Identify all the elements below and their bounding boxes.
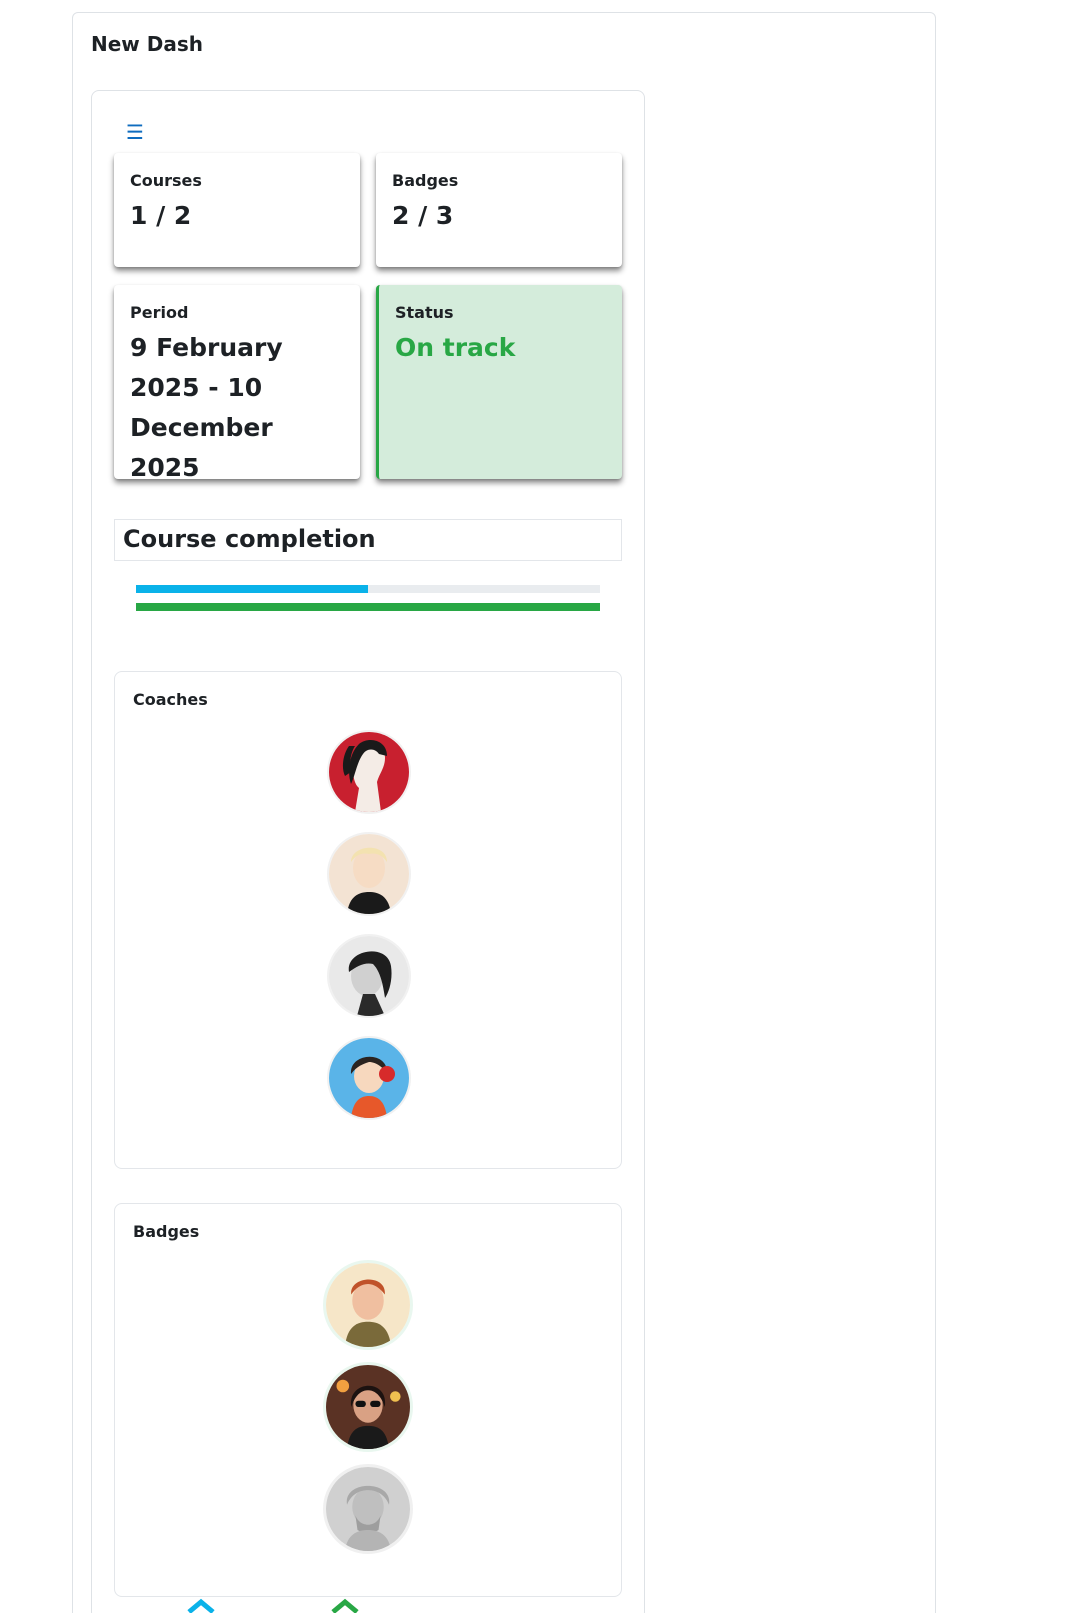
courses-stat-card: Courses 1 / 2 [114,153,360,267]
badge-avatar-1[interactable] [323,1260,413,1350]
completion-progress-fill-2 [136,603,600,611]
course-completion-title: Course completion [123,525,376,553]
status-stat-card: Status On track [376,285,622,479]
badges-stat-card: Badges 2 / 3 [376,153,622,267]
completion-progress-fill-1 [136,585,368,593]
completion-progress-bar-2 [136,603,600,611]
chevron-up-icon-blue[interactable] [186,1594,216,1613]
status-label: Status [395,303,454,322]
coaches-title: Coaches [133,690,208,709]
coach-avatar-4[interactable] [327,1036,411,1120]
period-label: Period [130,303,189,322]
coach-avatar-1[interactable] [327,730,411,814]
course-completion-header: Course completion [114,519,622,561]
hamburger-menu-icon[interactable]: ☰ [126,121,148,143]
dashboard-title: New Dash [91,32,203,56]
completion-progress-bar-1 [136,585,600,593]
badge-avatar-2[interactable] [323,1362,413,1452]
dashboard-block: ☰ Courses 1 / 2 Badges 2 / 3 Period 9 Fe… [91,90,645,1613]
badges-value: 2 / 3 [392,201,454,230]
badges-title: Badges [133,1222,200,1241]
coaches-section: Coaches [114,671,622,1169]
courses-label: Courses [130,171,202,190]
chevron-up-icon-green[interactable] [330,1594,360,1613]
period-stat-card: Period 9 February 2025 - 10 December 202… [114,285,360,482]
status-value: On track [395,333,516,362]
courses-value: 1 / 2 [130,201,192,230]
badge-avatar-3[interactable] [323,1464,413,1554]
period-value: 9 February 2025 - 10 December 2025 [130,333,283,482]
coach-avatar-3[interactable] [327,934,411,1018]
badges-label: Badges [392,171,459,190]
dashboard-card: New Dash ☰ Courses 1 / 2 Badges 2 / 3 Pe… [72,12,936,1613]
badges-section: Badges [114,1203,622,1597]
coach-avatar-2[interactable] [327,832,411,916]
